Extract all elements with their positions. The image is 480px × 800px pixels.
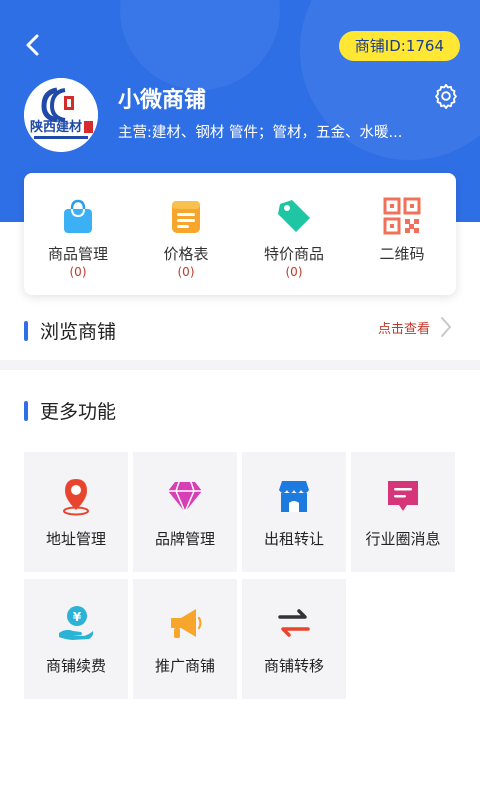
settings-button[interactable] xyxy=(432,82,460,110)
transfer-arrows-icon xyxy=(278,609,310,637)
address-management-label: 地址管理 xyxy=(45,530,106,548)
message-icon xyxy=(388,481,418,511)
rent-transfer-label: 出租转让 xyxy=(263,530,324,548)
shop-logo: 陕西建材 xyxy=(24,78,98,152)
view-shop-link[interactable]: 点击查看 xyxy=(378,316,452,338)
back-button[interactable] xyxy=(20,30,48,60)
chevron-right-icon xyxy=(441,317,451,337)
industry-messages-label: 行业圈消息 xyxy=(365,530,441,548)
shopping-bag-icon xyxy=(64,199,92,233)
shop-logo-image: 陕西建材 xyxy=(24,78,98,152)
section-marker xyxy=(24,320,28,341)
price-list-icon xyxy=(172,201,200,233)
special-offer-button[interactable]: 特价商品 (0) xyxy=(240,173,348,295)
shop-transfer-button[interactable]: 商铺转移 xyxy=(242,579,346,699)
price-list-label: 价格表 xyxy=(163,245,209,263)
product-management-count: (0) xyxy=(69,265,87,279)
browse-shop-title: 浏览商铺 xyxy=(40,321,117,343)
address-management-button[interactable]: 地址管理 xyxy=(24,452,128,572)
special-offer-count: (0) xyxy=(285,265,303,279)
product-management-button[interactable]: 商品管理 (0) xyxy=(24,173,132,295)
more-features-section: 更多功能 xyxy=(24,397,116,424)
qr-code-label: 二维码 xyxy=(379,245,425,263)
location-pin-icon xyxy=(63,479,89,516)
qr-code-icon xyxy=(383,197,421,235)
shop-renewal-label: 商铺续费 xyxy=(45,657,106,675)
price-list-count: (0) xyxy=(177,265,195,279)
qr-code-button[interactable]: 二维码 xyxy=(348,173,456,295)
megaphone-icon xyxy=(171,609,202,638)
section-divider xyxy=(0,360,480,370)
brand-management-label: 品牌管理 xyxy=(154,530,215,548)
logo-text: 陕西建材 xyxy=(30,119,82,135)
promote-shop-button[interactable]: 推广商铺 xyxy=(133,579,237,699)
industry-messages-button[interactable]: 行业圈消息 xyxy=(351,452,455,572)
header-decoration xyxy=(120,0,280,90)
shop-name: 小微商铺 xyxy=(118,88,207,113)
diamond-icon xyxy=(168,481,202,513)
view-shop-link-label: 点击查看 xyxy=(377,321,430,337)
price-tag-icon xyxy=(278,200,310,232)
browse-shop-section[interactable]: 浏览商铺 xyxy=(24,317,116,344)
svg-text:¥: ¥ xyxy=(73,610,82,624)
promote-shop-label: 推广商铺 xyxy=(154,657,215,675)
brand-management-button[interactable]: 品牌管理 xyxy=(133,452,237,572)
more-features-title: 更多功能 xyxy=(40,401,117,423)
storefront-icon xyxy=(279,481,309,512)
section-marker xyxy=(24,400,28,421)
shop-renewal-button[interactable]: ¥ 商铺续费 xyxy=(24,579,128,699)
rent-transfer-button[interactable]: 出租转让 xyxy=(242,452,346,572)
price-list-button[interactable]: 价格表 (0) xyxy=(132,173,240,295)
money-hand-icon: ¥ xyxy=(59,606,94,640)
shop-description: 主营:建材、钢材 管件；管材，五金、水暖... xyxy=(118,125,403,141)
quick-actions-card: 商品管理 (0) 价格表 (0) 特价商品 (0) 二维码 xyxy=(24,173,456,295)
shop-id-badge: 商铺ID:1764 xyxy=(338,31,460,61)
gear-icon xyxy=(435,83,457,109)
special-offer-label: 特价商品 xyxy=(263,245,324,263)
product-management-label: 商品管理 xyxy=(47,245,108,263)
shop-transfer-label: 商铺转移 xyxy=(263,657,324,675)
back-arrow-icon xyxy=(26,34,39,56)
